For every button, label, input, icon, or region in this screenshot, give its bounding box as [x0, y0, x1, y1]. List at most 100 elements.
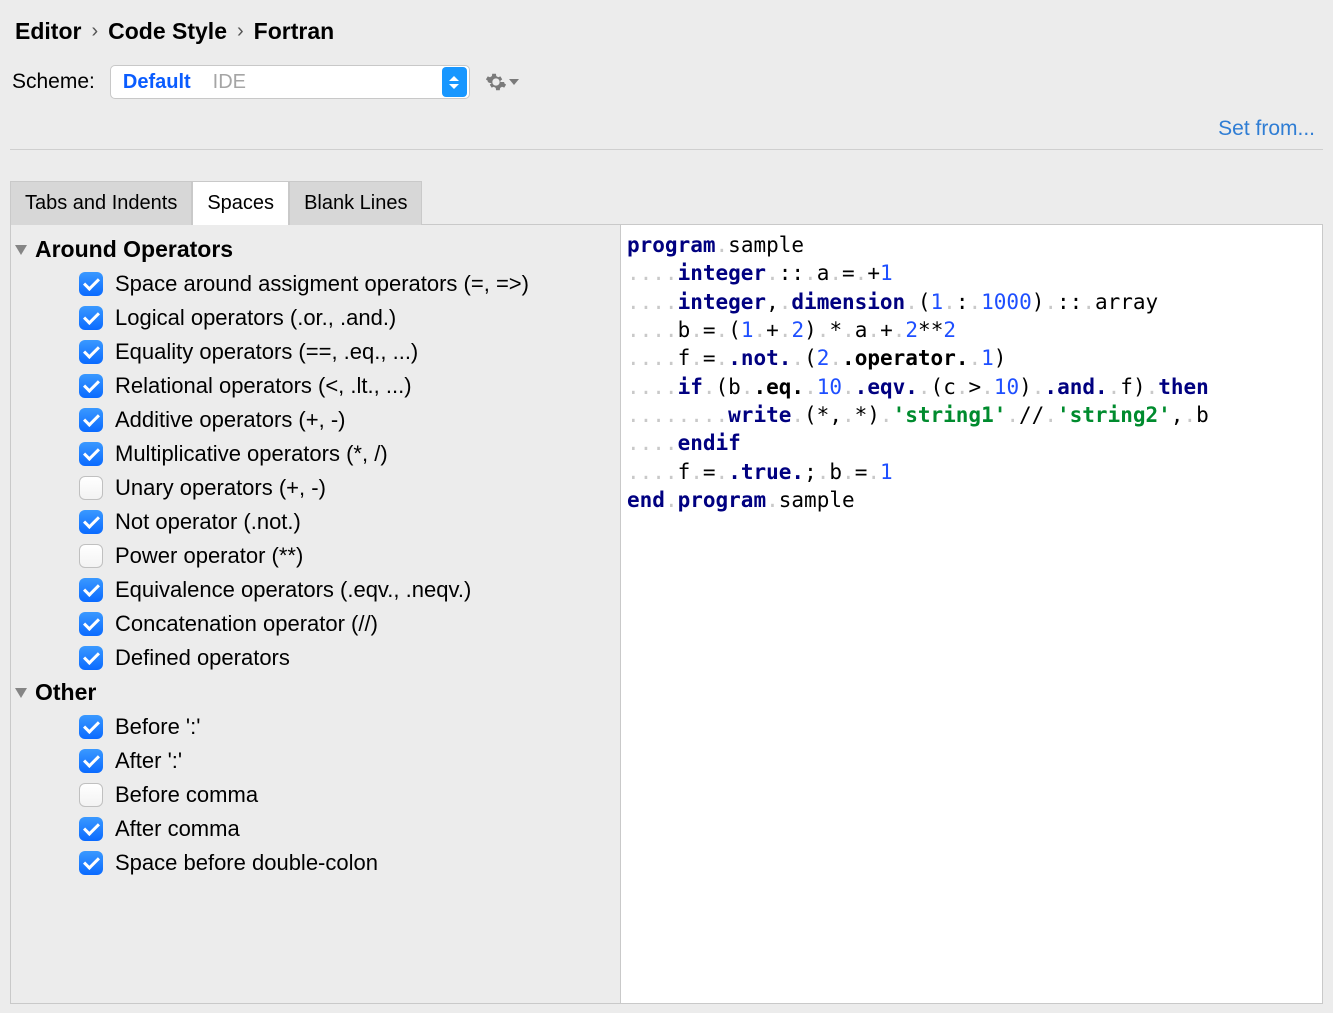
set-from-row: Set from...: [0, 117, 1333, 149]
code-token: integer: [678, 261, 767, 285]
dropdown-stepper-icon: [442, 67, 467, 97]
option-before-colon[interactable]: Before ':': [11, 710, 620, 744]
tab-spaces[interactable]: Spaces: [192, 181, 289, 225]
group-title: Around Operators: [35, 236, 233, 263]
option-logical[interactable]: Logical operators (.or., .and.): [11, 301, 620, 335]
option-power[interactable]: Power operator (**): [11, 539, 620, 573]
code-token: 10: [817, 375, 842, 399]
code-token: 2: [791, 318, 804, 342]
code-token: *: [829, 318, 842, 342]
checkbox[interactable]: [79, 783, 103, 807]
checkbox[interactable]: [79, 817, 103, 841]
checkbox[interactable]: [79, 272, 103, 296]
checkbox[interactable]: [79, 374, 103, 398]
option-assignment[interactable]: Space around assigment operators (=, =>): [11, 267, 620, 301]
code-token: =: [703, 346, 716, 370]
code-token: f: [678, 460, 691, 484]
breadcrumb-editor[interactable]: Editor: [15, 18, 81, 45]
option-label: Logical operators (.or., .and.): [115, 305, 396, 331]
chevron-right-icon: ›: [91, 20, 98, 43]
code-token: (: [728, 318, 741, 342]
option-equivalence[interactable]: Equivalence operators (.eqv., .neqv.): [11, 573, 620, 607]
scheme-row: Scheme: Default IDE: [0, 55, 1333, 117]
option-multiplicative[interactable]: Multiplicative operators (*, /): [11, 437, 620, 471]
option-before-double-colon[interactable]: Space before double-colon: [11, 846, 620, 880]
checkbox[interactable]: [79, 476, 103, 500]
checkbox[interactable]: [79, 340, 103, 364]
chevron-down-icon: [15, 688, 27, 698]
tab-tabs-and-indents[interactable]: Tabs and Indents: [10, 181, 192, 225]
indent-dots: ....: [627, 261, 678, 285]
option-relational[interactable]: Relational operators (<, .lt., ...): [11, 369, 620, 403]
option-additive[interactable]: Additive operators (+, -): [11, 403, 620, 437]
checkbox[interactable]: [79, 510, 103, 534]
code-token: +: [880, 318, 893, 342]
code-token: :: [956, 290, 969, 314]
option-label: After comma: [115, 816, 240, 842]
code-token: ,: [766, 290, 779, 314]
indent-dots: ........: [627, 403, 728, 427]
option-before-comma[interactable]: Before comma: [11, 778, 620, 812]
code-token: 'string1': [893, 403, 1007, 427]
code-token: array: [1095, 290, 1158, 314]
option-after-colon[interactable]: After ':': [11, 744, 620, 778]
code-token: +: [766, 318, 779, 342]
breadcrumb-fortran[interactable]: Fortran: [254, 18, 335, 45]
option-not[interactable]: Not operator (.not.): [11, 505, 620, 539]
checkbox[interactable]: [79, 851, 103, 875]
option-unary[interactable]: Unary operators (+, -): [11, 471, 620, 505]
option-label: Concatenation operator (//): [115, 611, 378, 637]
checkbox[interactable]: [79, 749, 103, 773]
code-token: 1: [880, 460, 893, 484]
option-label: Equivalence operators (.eqv., .neqv.): [115, 577, 471, 603]
chevron-down-icon: [15, 245, 27, 255]
code-token: .and.: [1044, 375, 1107, 399]
breadcrumb-code-style[interactable]: Code Style: [108, 18, 227, 45]
code-preview[interactable]: program.sample ....integer.::.a.=.+1 ...…: [621, 225, 1322, 1003]
code-token: 2: [905, 318, 918, 342]
code-token: (: [918, 290, 931, 314]
option-concatenation[interactable]: Concatenation operator (//): [11, 607, 620, 641]
group-around-operators[interactable]: Around Operators: [11, 232, 620, 267]
option-after-comma[interactable]: After comma: [11, 812, 620, 846]
option-equality[interactable]: Equality operators (==, .eq., ...): [11, 335, 620, 369]
option-defined[interactable]: Defined operators: [11, 641, 620, 675]
set-from-link[interactable]: Set from...: [1218, 117, 1315, 140]
gear-icon[interactable]: [485, 71, 519, 93]
code-token: (c: [931, 375, 956, 399]
tab-blank-lines[interactable]: Blank Lines: [289, 181, 422, 225]
option-label: Before comma: [115, 782, 258, 808]
scheme-select[interactable]: Default IDE: [110, 65, 470, 99]
code-token: a: [817, 261, 830, 285]
indent-dots: ....: [627, 290, 678, 314]
checkbox[interactable]: [79, 442, 103, 466]
checkbox[interactable]: [79, 715, 103, 739]
code-token: .operator.: [842, 346, 968, 370]
option-label: Multiplicative operators (*, /): [115, 441, 388, 467]
checkbox[interactable]: [79, 612, 103, 636]
checkbox[interactable]: [79, 306, 103, 330]
options-tree[interactable]: Around Operators Space around assigment …: [11, 225, 621, 1003]
checkbox[interactable]: [79, 544, 103, 568]
code-token: =: [842, 261, 855, 285]
code-token: b: [1196, 403, 1209, 427]
code-token: 'string2': [1057, 403, 1171, 427]
checkbox[interactable]: [79, 408, 103, 432]
code-token: write: [728, 403, 791, 427]
indent-dots: ....: [627, 460, 678, 484]
option-label: Equality operators (==, .eq., ...): [115, 339, 418, 365]
checkbox[interactable]: [79, 646, 103, 670]
group-other[interactable]: Other: [11, 675, 620, 710]
checkbox[interactable]: [79, 578, 103, 602]
scheme-label: Scheme:: [12, 70, 95, 94]
code-token: *): [855, 403, 880, 427]
code-token: +: [867, 261, 880, 285]
code-token: then: [1158, 375, 1209, 399]
code-token: 1: [741, 318, 754, 342]
code-token: 2: [817, 346, 830, 370]
code-token: if: [678, 375, 703, 399]
option-label: Power operator (**): [115, 543, 303, 569]
code-token: ::: [779, 261, 804, 285]
chevron-right-icon: ›: [237, 20, 244, 43]
code-token: (: [804, 346, 817, 370]
